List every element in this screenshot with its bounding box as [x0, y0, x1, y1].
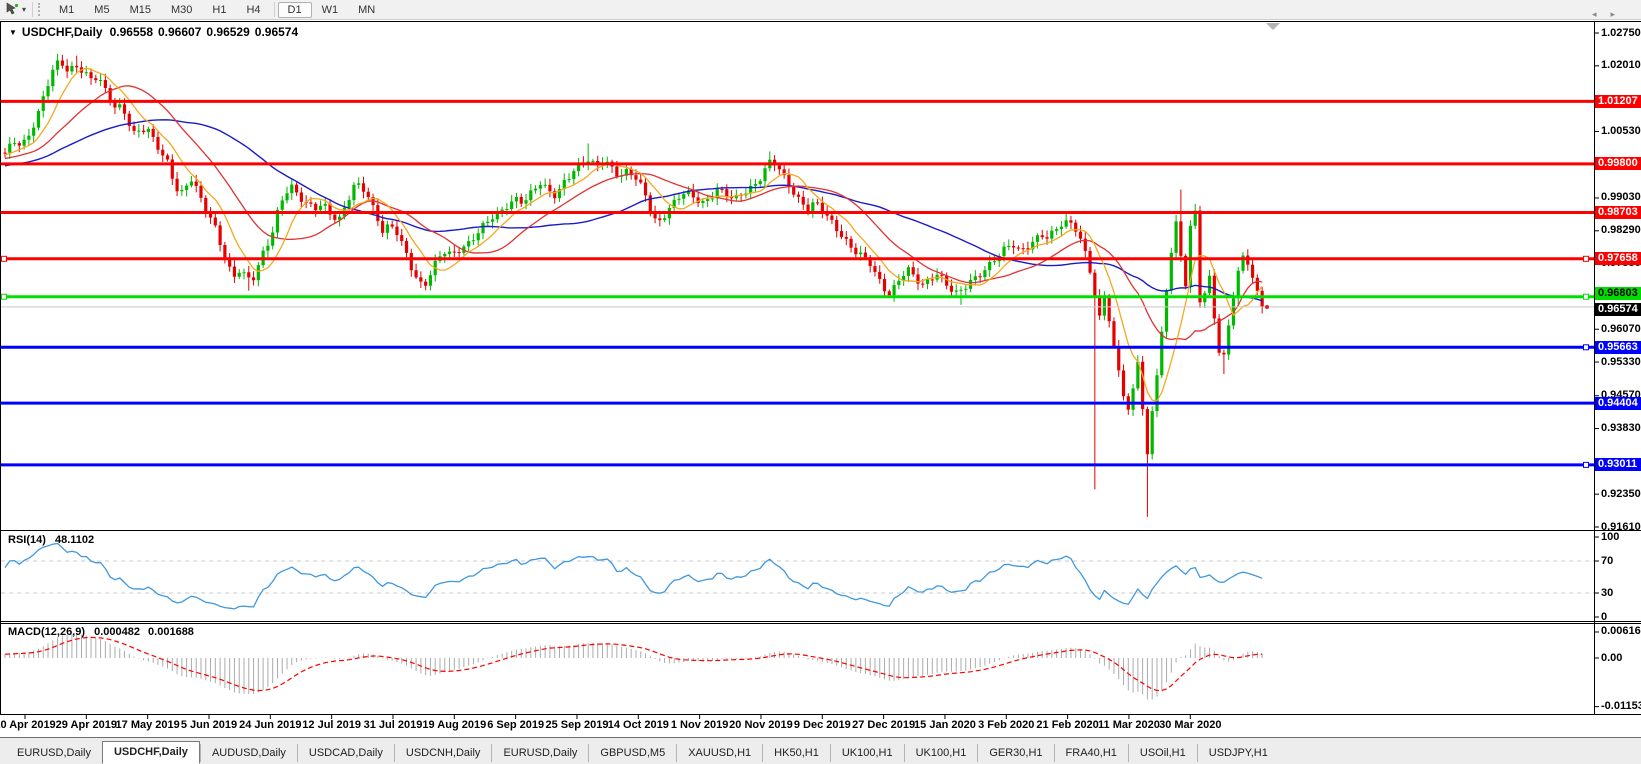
- price-level-label: 0.93011: [1595, 458, 1641, 472]
- mt4-chart-window: ▾ M1 M5 M15 M30 H1 H4 D1 W1 MN ▼ USDCHF,Daily 0.96…: [0, 0, 1641, 764]
- price-tick-label: 0.93830: [1601, 422, 1641, 435]
- ma_fast-line: [4, 67, 1263, 402]
- date-tick-label: 20 Nov 2019: [729, 719, 793, 731]
- rsi-label: RSI(14): [8, 534, 46, 546]
- level-handle[interactable]: [1, 255, 7, 262]
- date-tick-label: 10 Apr 2019: [0, 719, 56, 731]
- ohlc-high: 0.96607: [158, 25, 202, 39]
- level-handle[interactable]: [1583, 461, 1589, 468]
- date-tick-label: 31 Jul 2019: [363, 719, 423, 731]
- price-level-label: 0.99800: [1595, 157, 1641, 171]
- rsi-tick-label: 70: [1601, 554, 1614, 567]
- rsi-tick-label: 0: [1601, 610, 1608, 623]
- rsi-line: [4, 542, 1263, 610]
- rsi-tick-label: 100: [1601, 530, 1620, 543]
- price-tick-label: 0.92350: [1601, 487, 1641, 500]
- price-level-label: 0.96803: [1595, 287, 1641, 301]
- horizontal-levels: [1, 99, 1594, 468]
- ma_slow-line: [4, 119, 1263, 302]
- window-menu-icon[interactable]: ▼: [9, 28, 17, 37]
- macd-histogram: [4, 634, 1263, 700]
- ohlc-close: 0.96574: [254, 25, 299, 39]
- price-level-label: 0.95663: [1595, 340, 1641, 354]
- macd-value-main: 0.000482: [94, 626, 140, 638]
- date-tick-label: 5 Jun 2019: [180, 719, 238, 731]
- price-tick-label: 0.99030: [1601, 191, 1641, 204]
- macd-signal-line: [4, 636, 1263, 692]
- rsi-value: 48.1102: [54, 534, 95, 546]
- chart-shift-marker[interactable]: [1266, 23, 1280, 30]
- price-tick-label: 0.98290: [1601, 224, 1641, 237]
- chart-plot-area[interactable]: [0, 0, 1641, 764]
- date-tick-label: 21 Feb 2020: [1036, 719, 1099, 731]
- price-tick-label: 1.02010: [1601, 59, 1641, 72]
- price-level-label: 1.01207: [1595, 94, 1641, 108]
- date-tick-label: 27 Dec 2019: [852, 719, 916, 731]
- price-tick-label: 1.00530: [1601, 124, 1641, 137]
- level-handle[interactable]: [1, 293, 7, 300]
- rsi-tick-label: 30: [1601, 586, 1614, 599]
- chart-title: ▼ USDCHF,Daily 0.96558 0.96607 0.96529 0.9657…: [9, 25, 298, 39]
- date-tick-label: 25 Sep 2019: [545, 719, 609, 731]
- chart-symbol-label: USDCHF,Daily: [21, 25, 103, 39]
- level-handle[interactable]: [1583, 293, 1589, 300]
- price-tick-label: 0.95330: [1601, 355, 1641, 368]
- date-tick-label: 30 Mar 2020: [1159, 719, 1222, 731]
- ohlc-low: 0.96529: [206, 25, 250, 39]
- ohlc-open: 0.96558: [109, 25, 153, 39]
- price-level-label: 0.96574: [1595, 303, 1641, 317]
- level-handle[interactable]: [1583, 255, 1589, 262]
- date-tick-label: 9 Dec 2019: [793, 719, 851, 731]
- level-handle[interactable]: [1583, 344, 1589, 351]
- price-level-label: 0.97658: [1595, 252, 1641, 266]
- macd-tick-label: 0.006167: [1601, 625, 1641, 638]
- price-tick-label: 1.02750: [1601, 26, 1641, 39]
- date-tick-label: 19 Aug 2019: [422, 719, 487, 731]
- date-tick-label: 12 Jul 2019: [302, 719, 361, 731]
- date-tick-label: 29 Apr 2019: [55, 719, 118, 731]
- date-tick-label: 15 Jan 2020: [914, 719, 976, 731]
- macd-tick-label: -0.011531: [1601, 700, 1641, 713]
- macd-tick-label: 0.00: [1601, 651, 1623, 664]
- date-tick-label: 14 Oct 2019: [607, 719, 669, 731]
- date-tick-label: 11 Mar 2020: [1098, 719, 1160, 731]
- price-level-label: 0.94404: [1595, 396, 1641, 410]
- last-price-marker: [1265, 305, 1269, 310]
- rsi-header: RSI(14) 48.1102: [8, 534, 94, 546]
- date-tick-label: 1 Nov 2019: [670, 719, 729, 731]
- price-level-label: 0.98703: [1595, 205, 1641, 219]
- date-tick-label: 3 Feb 2020: [978, 719, 1035, 731]
- macd-value-signal: 0.001688: [148, 626, 194, 638]
- price-tick-label: 0.96070: [1601, 322, 1641, 335]
- date-tick-label: 24 Jun 2019: [239, 719, 302, 731]
- date-tick-label: 6 Sep 2019: [487, 719, 545, 731]
- date-tick-label: 17 May 2019: [115, 719, 180, 731]
- macd-header: MACD(12,26,9) 0.000482 0.001688: [8, 626, 194, 638]
- macd-label: MACD(12,26,9): [8, 626, 86, 638]
